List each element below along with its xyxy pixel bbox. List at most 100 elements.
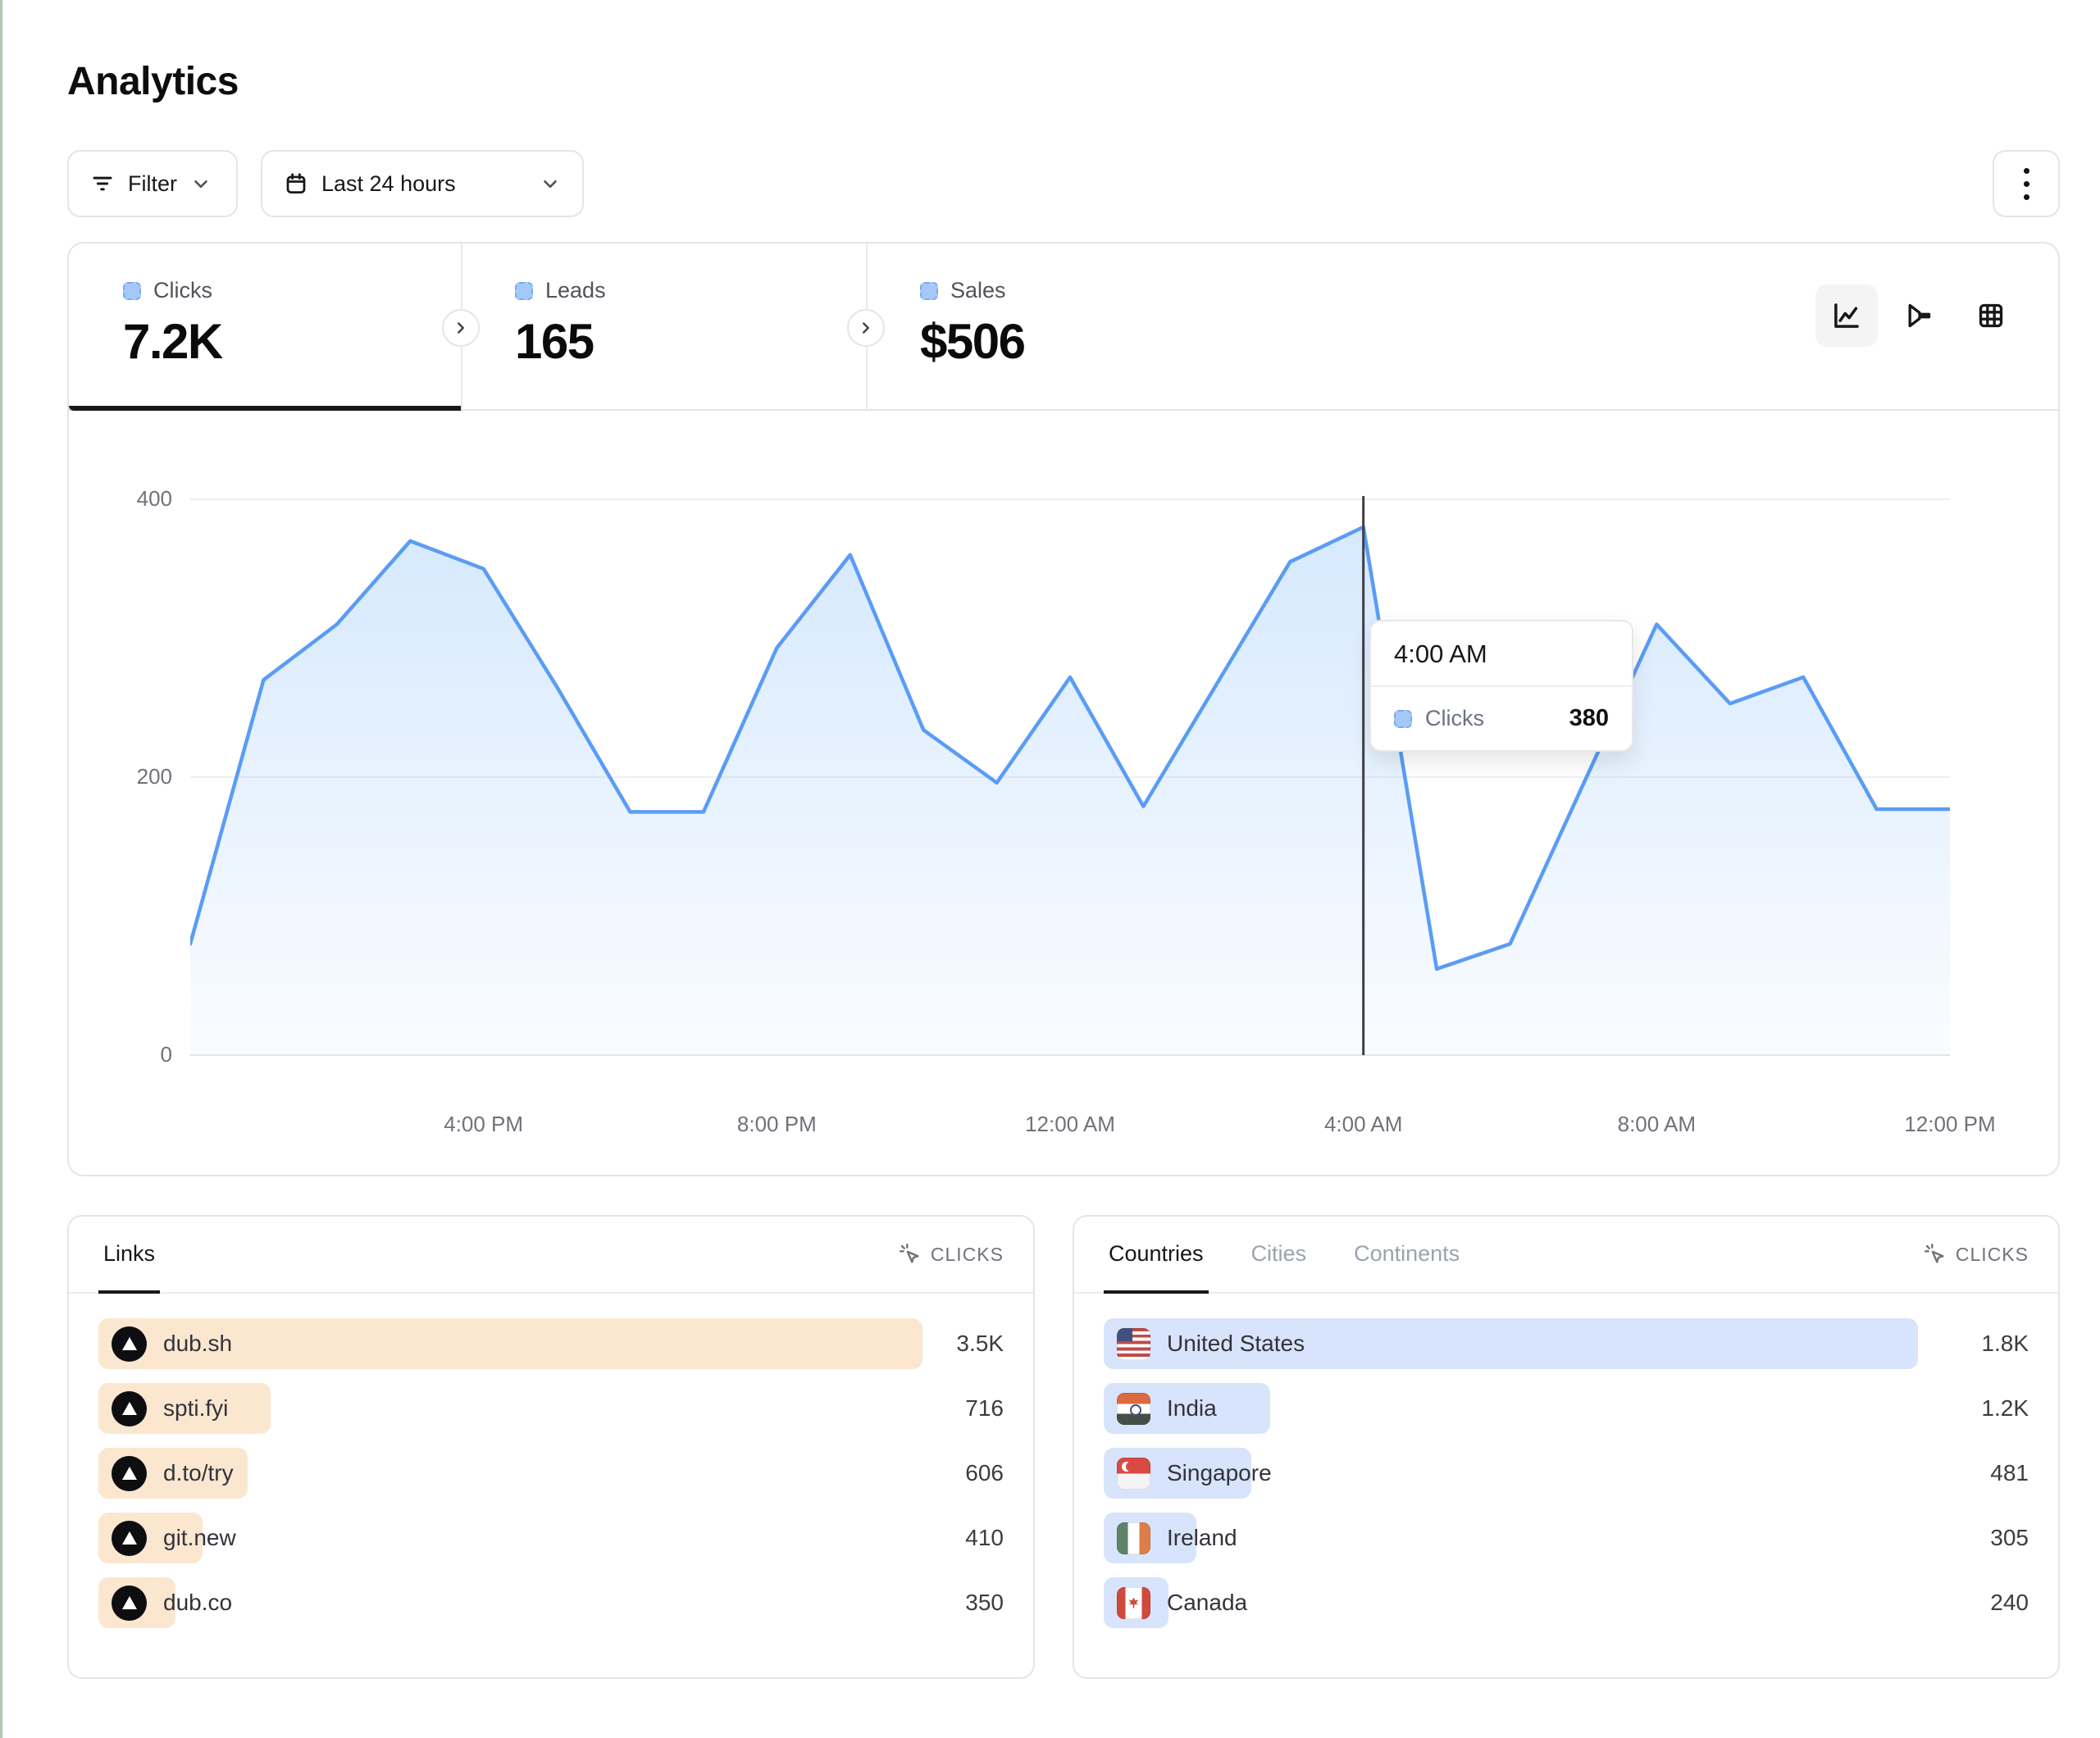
- links-panel: Links CLICKS dub.sh 3.5K spti.fyi 716 d.to/t…: [67, 1215, 1035, 1679]
- link-row[interactable]: d.to/try 606: [98, 1448, 1004, 1499]
- more-options-button[interactable]: [1993, 150, 2060, 217]
- funnel-icon: [1902, 299, 1935, 332]
- chevron-down-icon: [190, 173, 212, 194]
- link-row[interactable]: dub.co 350: [98, 1577, 1004, 1628]
- y-axis-label: 0: [74, 1042, 172, 1067]
- clicks-area: [190, 527, 1950, 1055]
- row-value: 606: [965, 1460, 1004, 1486]
- country-row[interactable]: United States1.8K: [1104, 1318, 2029, 1369]
- tooltip-series-label: Clicks: [1425, 706, 1484, 731]
- geo-metric-label: CLICKS: [1956, 1244, 2029, 1266]
- expand-leads-button[interactable]: [442, 309, 480, 347]
- chevron-right-icon: [857, 319, 875, 337]
- clicks-legend-swatch: [123, 282, 141, 300]
- funnel-view-button[interactable]: [1888, 284, 1950, 347]
- sales-legend-swatch: [920, 282, 938, 300]
- tab-countries[interactable]: Countries: [1104, 1217, 1209, 1294]
- stat-label: Sales: [950, 278, 1006, 303]
- row-label: Ireland: [1167, 1525, 1237, 1551]
- stat-label: Clicks: [153, 278, 212, 303]
- calendar-icon: [284, 171, 308, 196]
- tab-links[interactable]: Links: [98, 1217, 160, 1294]
- tab-leads[interactable]: Leads 165: [461, 243, 866, 409]
- chart-plot-area[interactable]: [190, 493, 1950, 1060]
- stats-row: Clicks 7.2K Leads 165 Sales $506: [69, 243, 2058, 411]
- stat-label: Leads: [545, 278, 606, 303]
- window-edge: [0, 0, 2, 1738]
- filter-button[interactable]: Filter: [67, 150, 238, 217]
- chevron-right-icon: [452, 319, 470, 337]
- us-flag-icon: [1117, 1328, 1150, 1360]
- ie-flag-icon: [1117, 1522, 1150, 1554]
- x-axis-label: 12:00 AM: [996, 1112, 1144, 1137]
- tooltip-time: 4:00 AM: [1371, 621, 1632, 687]
- filter-icon: [90, 171, 115, 196]
- dub-logo-icon: [112, 1391, 147, 1426]
- stat-value: 165: [515, 313, 866, 370]
- cursor-click-icon: [898, 1242, 922, 1267]
- row-label: dub.sh: [163, 1331, 232, 1357]
- x-axis-label: 8:00 AM: [1583, 1112, 1730, 1137]
- row-label: spti.fyi: [163, 1395, 228, 1422]
- link-row[interactable]: git.new 410: [98, 1513, 1004, 1563]
- chevron-down-icon: [540, 173, 561, 194]
- dub-logo-icon: [112, 1326, 147, 1362]
- chart-tooltip: 4:00 AM Clicks 380: [1369, 620, 1633, 752]
- geo-panel: Countries Cities Continents CLICKS United …: [1073, 1215, 2060, 1679]
- tab-clicks[interactable]: Clicks 7.2K: [69, 243, 461, 409]
- links-metric-label: CLICKS: [931, 1244, 1004, 1266]
- row-label: d.to/try: [163, 1460, 234, 1486]
- row-label: Canada: [1167, 1590, 1247, 1616]
- row-value: 410: [965, 1525, 1004, 1551]
- tooltip-legend-swatch: [1394, 710, 1412, 728]
- x-axis-label: 4:00 PM: [410, 1112, 558, 1137]
- dub-logo-icon: [112, 1586, 147, 1621]
- sg-flag-icon: [1117, 1458, 1150, 1490]
- country-row[interactable]: Ireland305: [1104, 1513, 2029, 1563]
- row-value: 716: [965, 1395, 1004, 1422]
- analytics-card: Clicks 7.2K Leads 165 Sales $506: [67, 242, 2060, 1176]
- stat-value: 7.2K: [123, 313, 461, 370]
- country-row[interactable]: Singapore481: [1104, 1448, 2029, 1499]
- link-row[interactable]: spti.fyi 716: [98, 1383, 1004, 1434]
- dub-logo-icon: [112, 1456, 147, 1491]
- expand-sales-button[interactable]: [847, 309, 885, 347]
- geo-metric-toggle[interactable]: CLICKS: [1923, 1217, 2029, 1292]
- table-view-button[interactable]: [1960, 284, 2022, 347]
- cursor-click-icon: [1923, 1242, 1947, 1267]
- analytics-page: Analytics Filter Last 24 hours: [0, 0, 2100, 1738]
- country-row[interactable]: Canada 240: [1104, 1577, 2029, 1628]
- tab-sales[interactable]: Sales $506: [866, 243, 1276, 409]
- links-metric-toggle[interactable]: CLICKS: [898, 1217, 1004, 1292]
- country-row[interactable]: India1.2K: [1104, 1383, 2029, 1434]
- line-chart-view-button[interactable]: [1815, 284, 1878, 347]
- row-value: 350: [965, 1590, 1004, 1616]
- row-value: 1.8K: [1981, 1331, 2029, 1357]
- x-axis-label: 12:00 PM: [1876, 1112, 2024, 1137]
- date-range-button[interactable]: Last 24 hours: [261, 150, 584, 217]
- line-chart-icon: [1829, 298, 1864, 333]
- link-row[interactable]: dub.sh 3.5K: [98, 1318, 1004, 1369]
- in-flag-icon: [1117, 1393, 1150, 1425]
- leads-legend-swatch: [515, 282, 533, 300]
- y-axis-label: 400: [74, 486, 172, 512]
- row-value: 240: [1990, 1590, 2029, 1616]
- row-label: dub.co: [163, 1590, 232, 1616]
- stat-value: $506: [920, 313, 1276, 370]
- filter-button-label: Filter: [128, 171, 177, 197]
- y-axis-label: 200: [74, 764, 172, 789]
- row-label: Singapore: [1167, 1460, 1272, 1486]
- tab-continents[interactable]: Continents: [1349, 1217, 1465, 1294]
- row-label: git.new: [163, 1525, 236, 1551]
- chart-type-switcher: [1815, 284, 2022, 347]
- clicks-chart[interactable]: 4:00 AM Clicks 380 0 200 400 4:00 PM 8:00 PM…: [69, 411, 2058, 1173]
- x-axis-label: 8:00 PM: [703, 1112, 850, 1137]
- x-axis-label: 4:00 AM: [1290, 1112, 1437, 1137]
- row-value: 3.5K: [956, 1331, 1004, 1357]
- kebab-menu-icon: [2024, 168, 2029, 200]
- date-range-label: Last 24 hours: [321, 171, 456, 197]
- tab-cities[interactable]: Cities: [1246, 1217, 1312, 1294]
- dub-logo-icon: [112, 1521, 147, 1556]
- ca-flag-icon: [1117, 1587, 1150, 1619]
- table-grid-icon: [1975, 299, 2007, 332]
